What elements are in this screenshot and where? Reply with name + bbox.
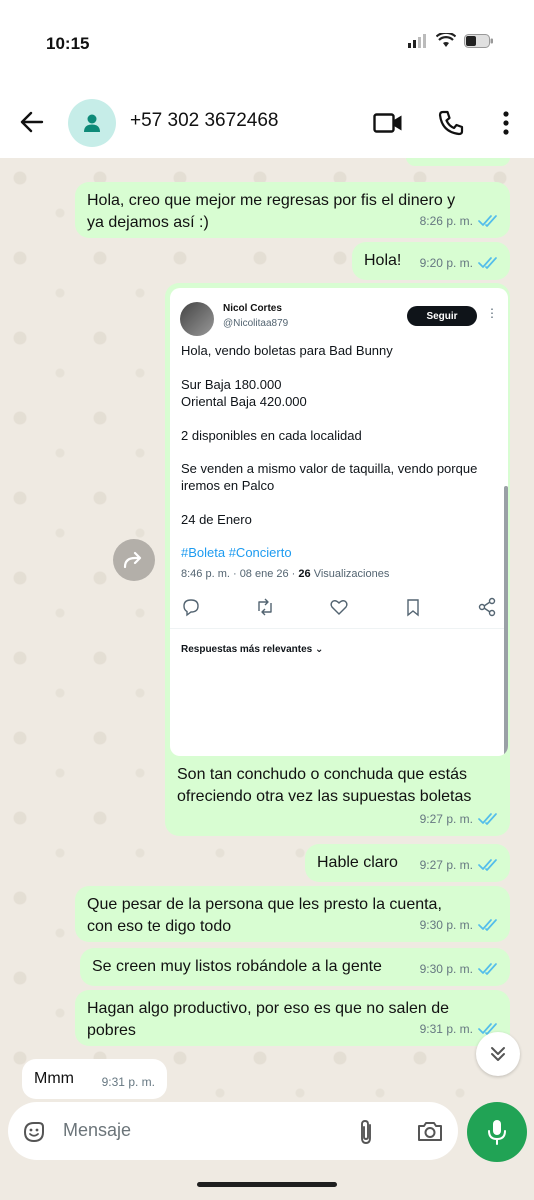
message-bubble-incoming[interactable]: Mmm 9:31 p. m. bbox=[22, 1059, 167, 1099]
battery-icon bbox=[464, 33, 493, 48]
message-meta: 8:26 p. m. bbox=[420, 210, 498, 232]
tweet-divider bbox=[170, 628, 508, 629]
message-meta: 9:30 p. m. bbox=[420, 914, 498, 936]
bookmark-icon bbox=[407, 599, 419, 617]
tweet-follow-button: Seguir bbox=[407, 306, 477, 326]
message-bubble-outgoing[interactable]: Hola! 9:20 p. m. bbox=[352, 242, 510, 280]
message-bubble-outgoing[interactable]: Se creen muy listos robándole a la gente… bbox=[80, 948, 510, 986]
message-meta: 9:27 p. m. bbox=[420, 854, 498, 876]
sticker-icon[interactable] bbox=[21, 1119, 47, 1145]
message-time: 8:26 p. m. bbox=[419, 214, 473, 228]
tweet-more-icon: ⋮ bbox=[486, 306, 498, 320]
tweet-screenshot[interactable]: Nicol Cortes @Nicolitaa879 Seguir ⋮ Hola… bbox=[170, 288, 508, 756]
status-bar: 10:15 bbox=[0, 0, 534, 88]
tweet-hashtags: #Boleta #Concierto bbox=[181, 545, 292, 560]
message-time: 9:31 p. m. bbox=[101, 1075, 155, 1089]
read-check-icon bbox=[478, 963, 497, 975]
tweet-text-line: Se venden a mismo valor de taquilla, ven… bbox=[181, 461, 478, 476]
message-bubble-outgoing[interactable]: Hola, creo que mejor me regresas por fis… bbox=[75, 182, 510, 238]
read-check-icon bbox=[478, 215, 497, 227]
message-time: 9:20 p. m. bbox=[419, 256, 473, 270]
back-arrow-icon[interactable] bbox=[18, 108, 46, 136]
message-bubble-outgoing[interactable]: Hable claro 9:27 p. m. bbox=[305, 844, 510, 882]
tweet-views-label: Visualizaciones bbox=[310, 568, 390, 580]
retweet-icon bbox=[258, 598, 272, 616]
tweet-text-line: Sur Baja 180.000 bbox=[181, 377, 282, 392]
phone-icon[interactable] bbox=[435, 107, 467, 139]
camera-icon[interactable] bbox=[416, 1119, 444, 1143]
message-bubble-outgoing[interactable]: Que pesar de la persona que les presto l… bbox=[75, 886, 510, 942]
attach-icon[interactable] bbox=[356, 1118, 376, 1146]
tweet-date: 8:46 p. m. · 08 ene 26 · 26 Visualizacio… bbox=[181, 568, 389, 580]
reply-icon bbox=[183, 599, 199, 617]
chevron-down-icon: ⌄ bbox=[314, 644, 324, 655]
message-input[interactable]: Mensaje bbox=[8, 1102, 458, 1160]
read-check-icon bbox=[478, 919, 497, 931]
chat-area[interactable]: Hola, creo que mejor me regresas por fis… bbox=[0, 158, 534, 1100]
read-check-icon bbox=[478, 813, 497, 825]
forward-icon[interactable] bbox=[113, 539, 155, 581]
video-call-icon[interactable] bbox=[372, 107, 404, 139]
tweet-text-line: 24 de Enero bbox=[181, 512, 252, 527]
tweet-avatar bbox=[180, 302, 214, 336]
message-meta: 9:31 p. m. bbox=[102, 1071, 155, 1093]
tweet-date-text: 8:46 p. m. · 08 ene 26 · bbox=[181, 568, 299, 580]
tweet-author-handle: @Nicolitaa879 bbox=[223, 318, 289, 329]
mic-icon bbox=[488, 1120, 506, 1145]
status-icons bbox=[408, 33, 494, 48]
composer-bar: Mensaje bbox=[0, 1100, 534, 1200]
message-time: 9:30 p. m. bbox=[419, 918, 473, 932]
signal-icon bbox=[408, 33, 426, 48]
read-check-icon bbox=[478, 859, 497, 871]
message-time: 9:27 p. m. bbox=[419, 858, 473, 872]
message-bubble-partial bbox=[406, 158, 510, 166]
message-time: 9:27 p. m. bbox=[419, 812, 473, 826]
home-indicator bbox=[197, 1182, 337, 1187]
chat-header: +57 302 3672468 bbox=[0, 88, 534, 158]
like-icon bbox=[330, 600, 348, 615]
tweet-replies-filter: Respuestas más relevantes ⌄ bbox=[181, 644, 323, 655]
message-time: 9:30 p. m. bbox=[419, 962, 473, 976]
avatar[interactable] bbox=[68, 99, 116, 147]
double-chevron-down-icon bbox=[491, 1047, 505, 1061]
tweet-actions bbox=[180, 596, 498, 622]
read-check-icon bbox=[478, 257, 497, 269]
tweet-views-count: 26 bbox=[298, 568, 311, 580]
scroll-down-button[interactable] bbox=[476, 1032, 520, 1076]
message-text: Son tan conchudo o conchuda que estás of… bbox=[177, 766, 472, 805]
message-time: 9:31 p. m. bbox=[419, 1022, 473, 1036]
message-bubble-outgoing[interactable]: Hagan algo productivo, por eso es que no… bbox=[75, 990, 510, 1046]
person-icon bbox=[84, 114, 100, 132]
wifi-icon bbox=[436, 33, 456, 47]
share-icon bbox=[478, 597, 496, 617]
contact-name[interactable]: +57 302 3672468 bbox=[130, 110, 278, 132]
mic-button[interactable] bbox=[467, 1102, 527, 1162]
tweet-text-line: iremos en Palco bbox=[181, 478, 275, 493]
tweet-replies-label: Respuestas más relevantes bbox=[181, 644, 313, 655]
message-meta: 9:20 p. m. bbox=[420, 252, 498, 274]
message-input-placeholder: Mensaje bbox=[63, 1120, 132, 1140]
tweet-text-line: Hola, vendo boletas para Bad Bunny bbox=[181, 343, 393, 358]
tweet-author-name: Nicol Cortes bbox=[223, 303, 282, 314]
message-meta: 9:27 p. m. bbox=[420, 808, 498, 830]
tweet-scrollbar bbox=[504, 486, 508, 756]
status-time: 10:15 bbox=[46, 34, 90, 53]
tweet-text-line: 2 disponibles en cada localidad bbox=[181, 428, 362, 443]
message-meta: 9:30 p. m. bbox=[420, 958, 498, 980]
tweet-text-line: Oriental Baja 420.000 bbox=[181, 394, 307, 409]
more-vertical-icon[interactable] bbox=[490, 107, 522, 139]
